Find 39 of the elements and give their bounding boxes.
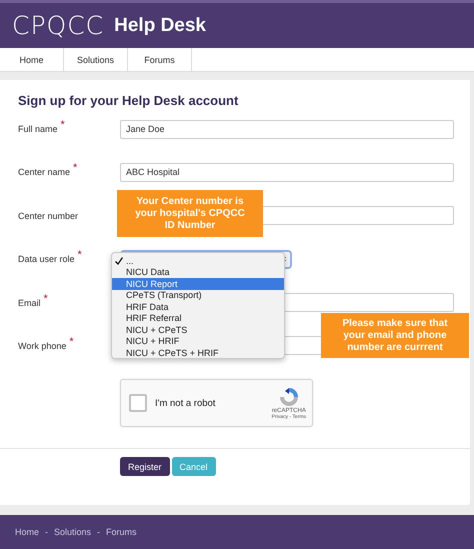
dropdown-option[interactable]: CPeTS (Transport) — [112, 290, 284, 301]
separator: - — [97, 527, 100, 537]
dropdown-option[interactable]: NICU + HRIF — [112, 336, 284, 347]
footer-link[interactable]: Forums — [106, 527, 137, 537]
nav-tab[interactable]: Forums — [128, 48, 192, 71]
required-mark: * — [44, 292, 48, 305]
captcha-label: I'm not a robot — [155, 398, 216, 409]
register-button[interactable]: Register — [120, 457, 170, 476]
field-label: Email — [18, 298, 41, 308]
dropdown-option[interactable]: NICU Data — [112, 266, 284, 278]
input-field[interactable]: ABC Hospital — [120, 162, 454, 182]
footer-link[interactable]: Home — [15, 527, 40, 537]
form-heading: Sign up for your Help Desk account — [18, 93, 240, 109]
footer-link[interactable]: Solutions — [54, 527, 92, 537]
dropdown-option[interactable]: NICU + CPeTS + HRIF — [112, 347, 284, 358]
required-mark: * — [69, 336, 74, 348]
dropdown-option[interactable]: HRIF Referral — [112, 312, 284, 324]
site-title: Help Desk — [114, 14, 206, 36]
field-label: Full name — [18, 124, 58, 134]
note-tooltip: Please make sure that your email and phone number are currrent — [321, 313, 469, 358]
dropdown-option[interactable]: HRIF Data — [112, 301, 284, 312]
nav-tab[interactable]: Solutions — [64, 48, 128, 71]
field-label: Center name — [18, 167, 70, 178]
separator: - — [45, 527, 48, 537]
logo[interactable]: CPQCC — [12, 11, 104, 40]
dropdown-option[interactable]: NICU Report — [112, 278, 284, 290]
captcha-checkbox[interactable] — [129, 394, 147, 412]
field-label: Data user role — [18, 254, 75, 264]
nav-tab[interactable]: Home — [0, 48, 64, 71]
input-field[interactable]: Jane Doe — [120, 120, 454, 138]
dropdown-option[interactable]: NICU + CPeTS — [112, 324, 284, 336]
recaptcha-icon — [278, 386, 300, 408]
note-tooltip: Your Center number is your hospital's CPQCC ID Number — [117, 190, 263, 237]
required-mark: * — [60, 119, 65, 131]
dropdown-option[interactable]: ... — [112, 255, 284, 266]
required-mark: * — [73, 162, 78, 174]
field-label: Work phone — [18, 340, 66, 351]
required-mark: * — [78, 249, 82, 262]
field-label: Center number — [18, 210, 78, 221]
